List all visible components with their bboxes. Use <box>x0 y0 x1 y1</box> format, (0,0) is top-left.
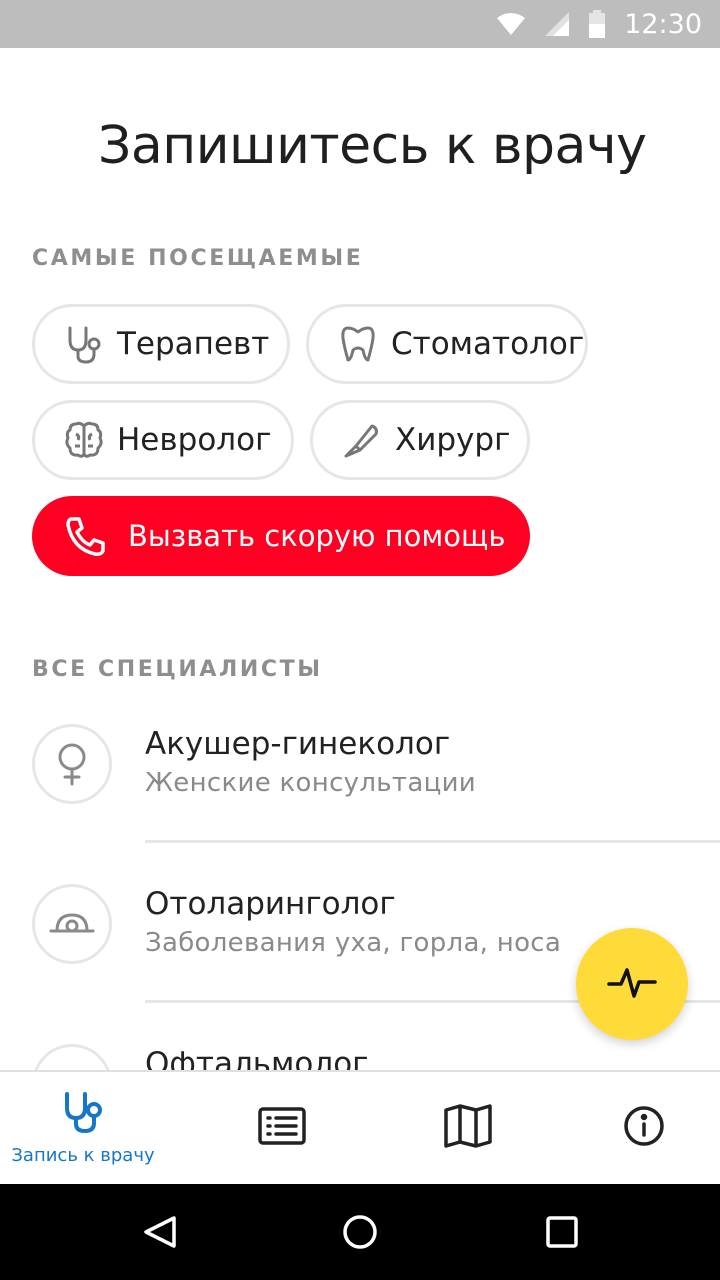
nav-tab-appointment[interactable]: Запись к врачу <box>0 1072 166 1184</box>
battery-icon <box>588 10 606 38</box>
bottom-navigation: Запись к врачу <box>0 1070 720 1184</box>
list-item-gynecologist[interactable]: Акушер-гинеколог Женские консультации <box>0 700 720 860</box>
tooth-icon <box>337 323 379 365</box>
specialist-name: Отоларинголог <box>145 886 396 922</box>
nav-tab-map[interactable] <box>412 1072 524 1184</box>
list-icon <box>258 1106 306 1150</box>
chip-neurologist[interactable]: Невролог <box>32 400 294 480</box>
signal-icon <box>544 11 570 37</box>
call-ambulance-button[interactable]: Вызвать скорую помощь <box>32 496 530 576</box>
recents-icon[interactable] <box>514 1184 610 1280</box>
back-icon[interactable] <box>112 1184 208 1280</box>
ent-mirror-icon <box>32 884 112 964</box>
wifi-icon <box>496 12 526 36</box>
chip-dentist[interactable]: Стоматолог <box>306 304 588 384</box>
divider <box>145 840 720 843</box>
nav-tab-info[interactable] <box>588 1072 700 1184</box>
chip-label: Терапевт <box>117 326 270 362</box>
nav-tab-list[interactable] <box>226 1072 338 1184</box>
specialist-name: Акушер-гинеколог <box>145 726 451 762</box>
chip-surgeon[interactable]: Хирург <box>310 400 530 480</box>
eye-icon <box>32 1044 112 1070</box>
page-title: Запишитесь к врачу <box>98 116 647 176</box>
status-bar: 12:30 <box>0 0 720 48</box>
chip-label: Стоматолог <box>391 326 585 362</box>
specialist-desc: Заболевания уха, горла, носа <box>145 928 562 958</box>
home-icon[interactable] <box>312 1184 408 1280</box>
system-navigation-bar <box>0 1184 720 1280</box>
specialist-name: Офтальмолог <box>145 1046 369 1070</box>
pulse-icon <box>607 964 657 1005</box>
specialist-desc: Женские консультации <box>145 768 476 798</box>
phone-icon <box>64 514 108 558</box>
chip-label: Невролог <box>117 422 272 458</box>
brain-icon <box>63 419 105 461</box>
scalpel-icon <box>341 419 383 461</box>
call-ambulance-label: Вызвать скорую помощь <box>128 519 506 553</box>
map-icon <box>443 1103 493 1153</box>
stethoscope-icon <box>61 1090 105 1139</box>
pulse-fab-button[interactable] <box>576 928 688 1040</box>
chip-therapist[interactable]: Терапевт <box>32 304 290 384</box>
section-all-label: ВСЕ СПЕЦИАЛИСТЫ <box>32 657 323 682</box>
female-icon <box>32 724 112 804</box>
chip-label: Хирург <box>395 422 511 458</box>
status-time: 12:30 <box>624 8 702 40</box>
stethoscope-icon <box>63 323 105 365</box>
nav-tab-label: Запись к врачу <box>11 1145 155 1166</box>
section-popular-label: САМЫЕ ПОСЕЩАЕМЫЕ <box>32 246 364 271</box>
info-icon <box>623 1105 665 1152</box>
